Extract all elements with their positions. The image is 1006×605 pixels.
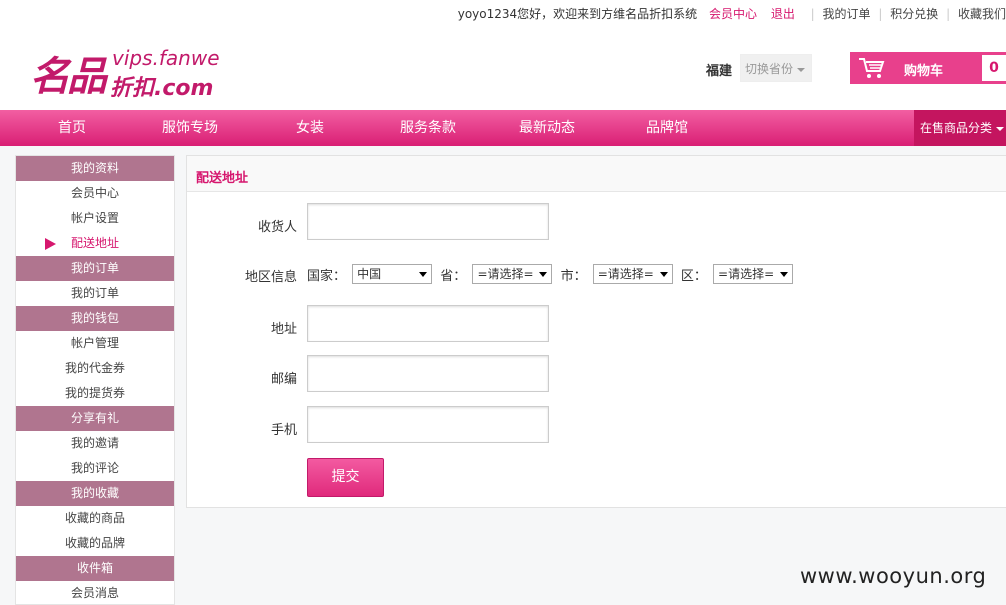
sidebar-item-member-center[interactable]: 会员中心 <box>16 181 174 206</box>
divider: | <box>810 7 815 21</box>
sidebar-item-reviews[interactable]: 我的评论 <box>16 456 174 481</box>
active-arrow-icon <box>45 238 56 250</box>
district-value: =请选择= <box>718 267 775 281</box>
logout-link[interactable]: 退出 <box>771 5 795 22</box>
category-dropdown[interactable]: 在售商品分类 <box>914 110 1006 146</box>
sidebar-item-messages[interactable]: 会员消息 <box>16 581 174 604</box>
province-label: 省： <box>440 268 467 284</box>
current-province: 福建 <box>706 64 733 79</box>
mobile-input[interactable] <box>307 406 549 443</box>
dropdown-arrow-icon <box>539 272 548 277</box>
top-bar: yoyo1234您好，欢迎来到方维名品折扣系统 会员中心 退出 | 我的订单 |… <box>0 0 1006 24</box>
switch-province-button[interactable]: 切换省份 <box>740 54 812 82</box>
city-value: =请选择= <box>597 267 654 281</box>
consignee-label: 收货人 <box>257 220 297 235</box>
cart-icon <box>859 58 885 78</box>
nav-apparel[interactable]: 服饰专场 <box>162 110 218 146</box>
country-select[interactable]: 中国 <box>352 264 433 284</box>
points-exchange-link[interactable]: 积分兑换 <box>890 5 938 22</box>
region-label: 地区信息 <box>244 270 297 285</box>
dropdown-arrow-icon <box>419 272 428 277</box>
country-label: 国家： <box>307 268 347 284</box>
sidebar-group-profile: 我的资料 <box>16 156 174 181</box>
sidebar-group-wallet: 我的钱包 <box>16 306 174 331</box>
watermark: www.wooyun.org <box>800 564 987 588</box>
nav-news[interactable]: 最新动态 <box>519 110 575 146</box>
city-select[interactable]: =请选择= <box>592 264 673 284</box>
sidebar-item-my-orders[interactable]: 我的订单 <box>16 281 174 306</box>
consignee-input[interactable] <box>307 203 549 240</box>
sidebar-group-share: 分享有礼 <box>16 406 174 431</box>
sidebar-item-favorite-goods[interactable]: 收藏的商品 <box>16 506 174 531</box>
zip-label: 邮编 <box>270 372 297 387</box>
logo-cn2: 折扣.com <box>110 76 214 101</box>
nav-brands[interactable]: 品牌馆 <box>646 110 688 146</box>
logo-en: vips.fanwe <box>112 46 220 70</box>
submit-button[interactable]: 提交 <box>307 458 384 497</box>
sidebar-group-inbox: 收件箱 <box>16 556 174 581</box>
sidebar-group-orders: 我的订单 <box>16 256 174 281</box>
cart-count: 0 <box>982 55 1006 81</box>
cart-button[interactable]: 购物车 0 <box>850 52 1006 84</box>
chevron-down-icon <box>996 126 1005 131</box>
sidebar-item-vouchers[interactable]: 我的代金券 <box>16 356 174 381</box>
address-input[interactable] <box>307 305 549 342</box>
country-value: 中国 <box>357 267 382 281</box>
dropdown-arrow-icon <box>780 272 789 277</box>
header: 名品 vips.fanwe 折扣.com 福建 切换省份 购物车 0 <box>0 24 1006 110</box>
district-label: 区： <box>680 268 707 284</box>
sidebar-item-invitations[interactable]: 我的邀请 <box>16 431 174 456</box>
favorites-link[interactable]: 收藏我们 <box>958 5 1006 22</box>
sidebar-item-account-management[interactable]: 帐户管理 <box>16 331 174 356</box>
mobile-label: 手机 <box>270 423 297 438</box>
sidebar-item-pickup-coupons[interactable]: 我的提货券 <box>16 381 174 406</box>
sidebar-group-favorites: 我的收藏 <box>16 481 174 506</box>
sidebar: 我的资料 会员中心 帐户设置 配送地址 我的订单 我的订单 我的钱包 帐户管理 … <box>15 155 175 605</box>
nav-terms[interactable]: 服务条款 <box>400 110 456 146</box>
region-selector: 国家： 中国 省： =请选择= 市： =请选择= 区： =请选择= <box>307 264 797 284</box>
district-select[interactable]: =请选择= <box>713 264 794 284</box>
dropdown-arrow-icon <box>659 272 668 277</box>
nav-womens[interactable]: 女装 <box>296 110 324 146</box>
main-nav: 首页 服饰专场 女装 服务条款 最新动态 品牌馆 在售商品分类 <box>0 110 1006 146</box>
address-label: 地址 <box>270 322 297 337</box>
divider: | <box>878 7 883 21</box>
switch-province-label: 切换省份 <box>745 62 794 76</box>
my-orders-link[interactable]: 我的订单 <box>823 5 871 22</box>
divider: | <box>946 7 951 21</box>
nav-home[interactable]: 首页 <box>58 110 86 146</box>
sidebar-item-label: 配送地址 <box>70 236 119 250</box>
cart-label: 购物车 <box>904 64 944 79</box>
province-value: =请选择= <box>477 267 534 281</box>
site-logo[interactable]: 名品 vips.fanwe 折扣.com <box>30 44 220 101</box>
address-panel: 配送地址 收货人 地区信息 国家： 中国 省： =请选择= 市： =请选择= 区… <box>186 155 1006 508</box>
province-select[interactable]: =请选择= <box>472 264 553 284</box>
logo-cn: 名品 <box>30 53 107 100</box>
welcome-text: yoyo1234您好，欢迎来到方维名品折扣系统 <box>457 7 698 21</box>
sidebar-item-account-settings[interactable]: 帐户设置 <box>16 206 174 231</box>
category-label: 在售商品分类 <box>920 121 993 135</box>
top-links: yoyo1234您好，欢迎来到方维名品折扣系统 会员中心 退出 | 我的订单 |… <box>458 5 1006 22</box>
sidebar-item-delivery-address[interactable]: 配送地址 <box>16 231 174 256</box>
city-label: 市： <box>560 268 587 284</box>
panel-title: 配送地址 <box>187 156 1006 192</box>
member-center-link[interactable]: 会员中心 <box>709 5 757 22</box>
chevron-down-icon <box>797 67 806 72</box>
sidebar-item-favorite-brands[interactable]: 收藏的品牌 <box>16 531 174 556</box>
zip-input[interactable] <box>307 355 549 392</box>
